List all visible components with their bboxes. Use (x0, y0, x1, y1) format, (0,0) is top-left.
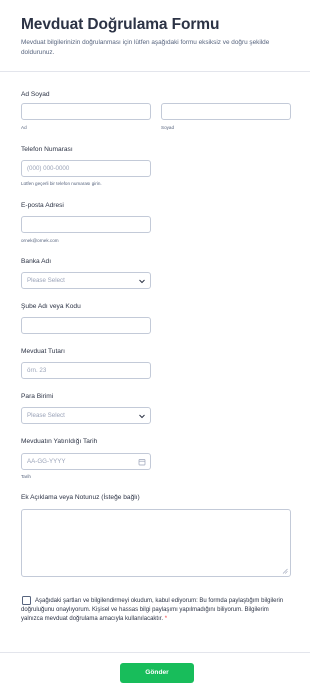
chevron-down-icon (139, 414, 145, 419)
submit-button[interactable]: Gönder (120, 663, 194, 683)
required-mark: * (164, 616, 168, 622)
email-hint: ornek@ornek.com (21, 238, 59, 243)
currency-select-value: Please Select (27, 412, 65, 419)
footer-divider (0, 652, 310, 653)
branch-input[interactable] (21, 317, 151, 334)
amount-placeholder: örn. 23 (27, 367, 47, 374)
amount-label: Mevduat Tutarı (21, 348, 65, 355)
phone-input[interactable]: (000) 000-0000 (21, 160, 151, 177)
last-name-sublabel: Soyad (161, 125, 175, 130)
notes-label: Ek Açıklama veya Notunuz (İsteğe bağlı) (21, 494, 140, 501)
date-placeholder: AA-GG-YYYY (27, 458, 66, 465)
last-name-input[interactable] (161, 103, 291, 120)
form-header: Mevduat Doğrulama Formu Mevduat bilgiler… (0, 0, 310, 72)
calendar-icon[interactable] (138, 458, 146, 466)
branch-label: Şube Adı veya Kodu (21, 303, 81, 310)
phone-hint: Lütfen geçerli bir telefon numarası giri… (21, 181, 102, 186)
form-subtitle: Mevduat bilgilerinizin doğrulanması için… (21, 39, 270, 56)
date-input[interactable]: AA-GG-YYYY (21, 453, 151, 470)
email-input[interactable] (21, 216, 151, 233)
consent-text: Aşağıdaki şartları ve bilgilendirmeyi ok… (21, 597, 286, 624)
bank-select-value: Please Select (27, 277, 65, 284)
amount-input[interactable]: örn. 23 (21, 362, 151, 379)
notes-textarea[interactable] (21, 509, 291, 577)
first-name-input[interactable] (21, 103, 151, 120)
currency-select[interactable]: Please Select (21, 407, 151, 424)
phone-label: Telefon Numarası (21, 146, 73, 153)
consent-label: Aşağıdaki şartları ve bilgilendirmeyi ok… (21, 598, 284, 622)
bank-label: Banka Adı (21, 258, 52, 265)
resize-grip-icon[interactable] (282, 568, 288, 574)
phone-placeholder: (000) 000-0000 (27, 165, 70, 172)
form-title: Mevduat Doğrulama Formu (21, 16, 220, 33)
first-name-sublabel: Ad (21, 125, 27, 130)
email-label: E-posta Adresi (21, 202, 64, 209)
currency-label: Para Birimi (21, 393, 54, 400)
chevron-down-icon (139, 279, 145, 284)
date-label: Mevduatın Yatırıldığı Tarih (21, 438, 98, 445)
date-sublabel: Tarih (21, 474, 31, 479)
bank-select[interactable]: Please Select (21, 272, 151, 289)
name-label: Ad Soyad (21, 91, 50, 98)
